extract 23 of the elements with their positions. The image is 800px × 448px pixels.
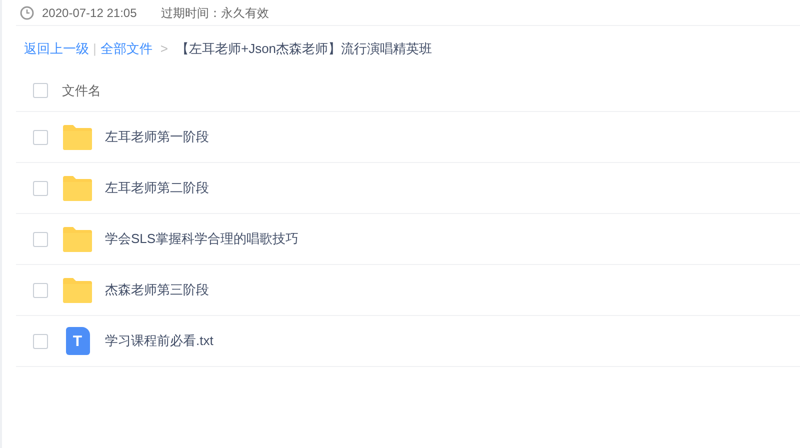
- file-name[interactable]: 左耳老师第一阶段: [105, 127, 209, 147]
- folder-icon: [62, 278, 93, 302]
- separator: |: [93, 40, 96, 58]
- row-checkbox[interactable]: [33, 282, 48, 298]
- current-folder: 【左耳老师+Json杰森老师】流行演唱精英班: [176, 40, 432, 58]
- file-name[interactable]: 杰森老师第三阶段: [105, 280, 209, 300]
- expiry-text: 过期时间：永久有效: [160, 4, 269, 22]
- file-name[interactable]: 学会SLS掌握科学合理的唱歌技巧: [105, 229, 299, 249]
- folder-icon: [62, 226, 93, 252]
- clock-icon: [20, 6, 34, 20]
- row-checkbox[interactable]: [33, 130, 48, 144]
- text-file-icon: T: [66, 327, 90, 355]
- row-checkbox[interactable]: [33, 232, 48, 246]
- file-name[interactable]: 学习课程前必看.txt: [105, 331, 214, 351]
- share-time: 2020-07-12 21:05: [42, 4, 137, 22]
- folder-icon: [62, 176, 93, 200]
- row-checkbox[interactable]: [33, 334, 48, 348]
- file-name[interactable]: 左耳老师第二阶段: [105, 178, 209, 198]
- column-header: 文件名: [62, 82, 101, 100]
- select-all-checkbox[interactable]: [33, 83, 48, 98]
- folder-icon: [62, 124, 93, 150]
- breadcrumb-arrow: >: [160, 40, 168, 58]
- row-checkbox[interactable]: [33, 180, 48, 196]
